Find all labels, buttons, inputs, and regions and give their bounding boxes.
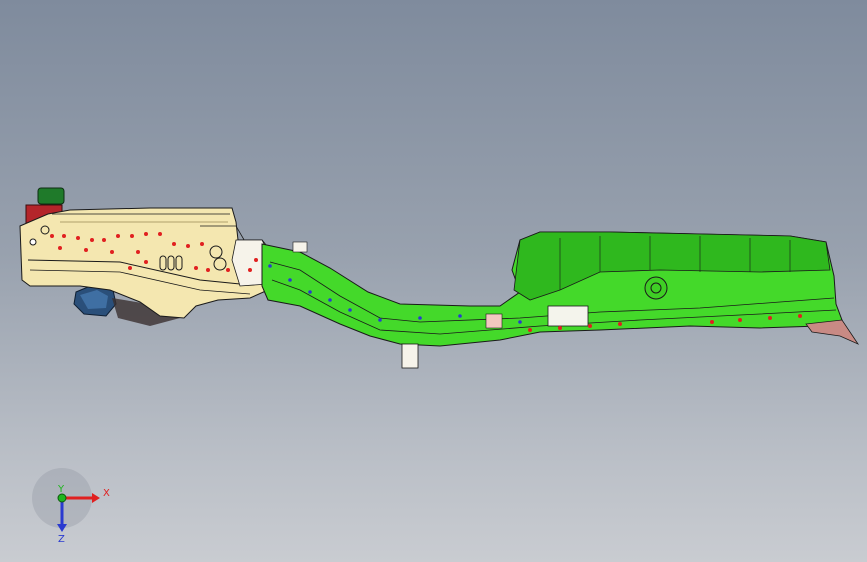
weld-point: [248, 268, 252, 272]
fastener-point: [378, 318, 382, 322]
fastener-point: [518, 320, 522, 324]
fastener-point: [308, 290, 312, 294]
weld-point: [206, 268, 210, 272]
weld-point: [50, 234, 54, 238]
weld-point: [254, 258, 258, 262]
weld-point: [588, 324, 592, 328]
weld-point: [144, 232, 148, 236]
weld-point: [172, 242, 176, 246]
weld-point: [76, 236, 80, 240]
weld-point: [110, 250, 114, 254]
weld-point: [62, 234, 66, 238]
fastener-point: [418, 316, 422, 320]
weld-point: [200, 242, 204, 246]
weld-point: [90, 238, 94, 242]
fastener-point: [268, 264, 272, 268]
rear-frame[interactable]: [261, 231, 860, 369]
frame-assembly-model[interactable]: [0, 0, 867, 562]
weld-point: [618, 322, 622, 326]
weld-point: [128, 266, 132, 270]
fastener-point: [348, 308, 352, 312]
weld-point: [144, 260, 148, 264]
weld-point: [226, 268, 230, 272]
weld-point: [194, 266, 198, 270]
weld-point: [768, 316, 772, 320]
weld-point: [158, 232, 162, 236]
weld-point: [798, 314, 802, 318]
weld-point: [710, 320, 714, 324]
3d-viewport[interactable]: X Y Z: [0, 0, 867, 562]
weld-point: [528, 328, 532, 332]
weld-point: [738, 318, 742, 322]
fastener-point: [288, 278, 292, 282]
fastener-point: [328, 298, 332, 302]
weld-point: [116, 234, 120, 238]
weld-point: [558, 326, 562, 330]
weld-point: [136, 250, 140, 254]
weld-point: [58, 246, 62, 250]
weld-point: [102, 238, 106, 242]
weld-point: [186, 244, 190, 248]
fastener-point: [458, 314, 462, 318]
weld-point: [130, 234, 134, 238]
weld-point: [84, 248, 88, 252]
